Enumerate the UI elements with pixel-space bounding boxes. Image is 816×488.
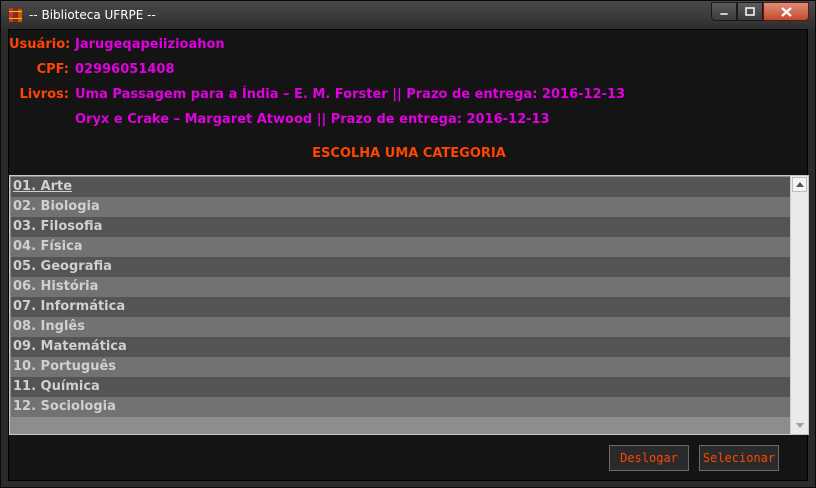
livro-item: Oryx e Crake – Margaret Atwood || Prazo … <box>75 112 550 127</box>
list-item[interactable]: 03. Filosofia <box>11 217 791 237</box>
list-item-label: 10. Português <box>13 359 117 374</box>
list-item-label: 01. Arte <box>13 179 73 194</box>
window-controls <box>711 2 809 21</box>
category-heading: ESCOLHA UMA CATEGORIA <box>312 146 506 161</box>
maximize-button[interactable] <box>737 2 763 21</box>
maximize-icon <box>745 7 755 16</box>
list-item[interactable]: 07. Informática <box>11 297 791 317</box>
arrow-up-icon <box>795 182 804 187</box>
usuario-label: Usuário: <box>9 37 71 52</box>
close-button[interactable] <box>763 2 809 21</box>
list-item[interactable]: 12. Sociologia <box>11 397 791 417</box>
close-icon <box>780 6 792 17</box>
list-item-label: 06. História <box>13 279 99 294</box>
list-item[interactable]: 04. Física <box>11 237 791 257</box>
list-item[interactable]: 02. Biologia <box>11 197 791 217</box>
list-item[interactable]: 01. Arte <box>11 177 791 197</box>
cpf-value: 02996051408 <box>75 62 175 77</box>
livro-item: Uma Passagem para a Índia – E. M. Forste… <box>75 87 626 102</box>
list-item-label: 12. Sociologia <box>13 399 116 414</box>
minimize-button[interactable] <box>711 2 737 21</box>
minimize-icon <box>719 12 729 15</box>
category-rows: 01. Arte 02. Biologia 03. Filosofia 04. … <box>11 177 791 417</box>
livros-label: Livros: <box>19 87 70 102</box>
list-item[interactable]: 09. Matemática <box>11 337 791 357</box>
logout-button[interactable]: Deslogar <box>609 445 689 471</box>
usuario-value: Jarugeqapeiizioahon <box>75 37 225 52</box>
window-title: -- Biblioteca UFRPE -- <box>29 8 156 22</box>
list-item[interactable]: 08. Inglês <box>11 317 791 337</box>
list-item-label: 03. Filosofia <box>13 219 103 234</box>
list-item[interactable]: 11. Química <box>11 377 791 397</box>
list-item-label: 05. Geografia <box>13 259 112 274</box>
list-item-label: 07. Informática <box>13 299 126 314</box>
list-item-label: 08. Inglês <box>13 319 85 334</box>
category-list[interactable]: 01. Arte 02. Biologia 03. Filosofia 04. … <box>9 175 809 435</box>
vertical-scrollbar[interactable] <box>790 176 808 434</box>
list-item[interactable]: 06. História <box>11 277 791 297</box>
cpf-label: CPF: <box>36 62 69 77</box>
list-item-label: 02. Biologia <box>13 199 100 214</box>
select-button[interactable]: Selecionar <box>699 445 779 471</box>
app-window: -- Biblioteca UFRPE -- Usuário: Jarugeqa… <box>0 0 816 488</box>
list-item[interactable]: 05. Geografia <box>11 257 791 277</box>
list-item-label: 04. Física <box>13 239 83 254</box>
books-icon <box>9 7 22 22</box>
scroll-down-button[interactable] <box>792 418 807 433</box>
arrow-down-icon <box>795 423 804 428</box>
list-item-label: 09. Matemática <box>13 339 127 354</box>
list-item-label: 11. Química <box>13 379 100 394</box>
list-item[interactable]: 10. Português <box>11 357 791 377</box>
main-panel: Usuário: Jarugeqapeiizioahon CPF: 029960… <box>8 29 809 481</box>
title-bar[interactable]: -- Biblioteca UFRPE -- <box>1 1 815 29</box>
scroll-up-button[interactable] <box>792 177 807 192</box>
